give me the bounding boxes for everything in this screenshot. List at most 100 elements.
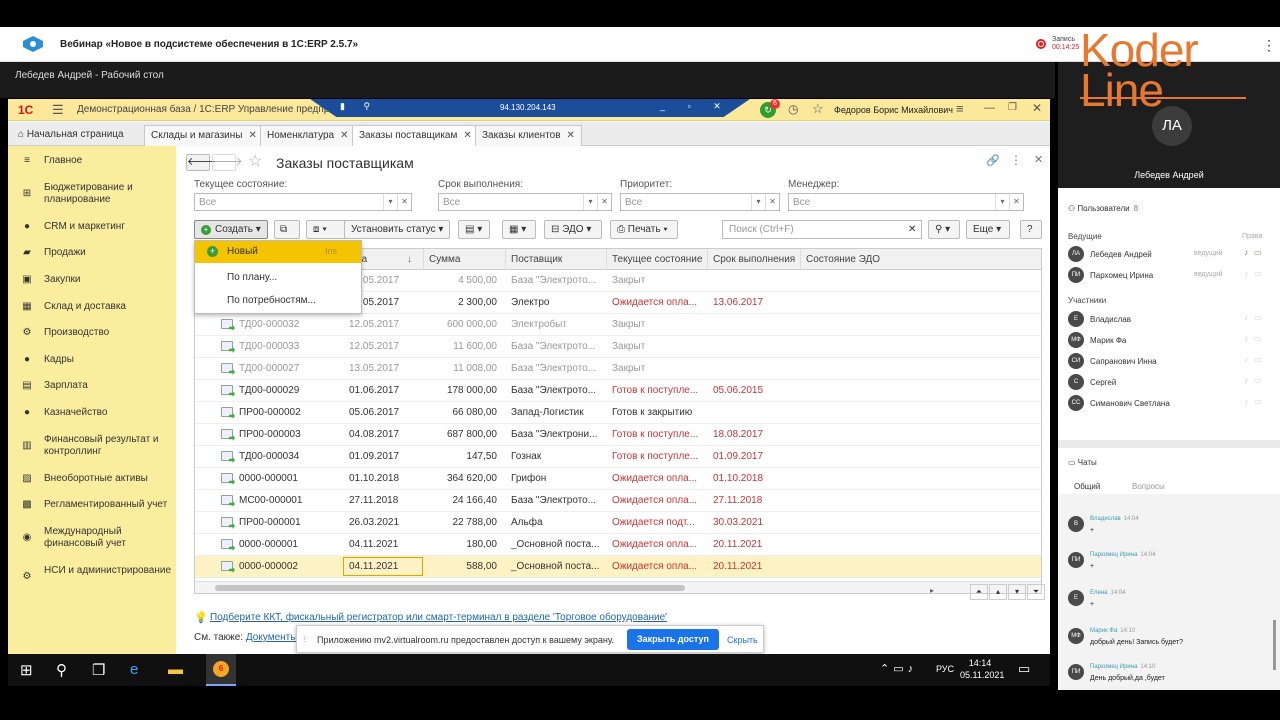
dropdown-icon[interactable]: ▾ xyxy=(995,194,1009,210)
set-status-button[interactable]: Установить статус ▾ xyxy=(344,220,450,239)
structure-button[interactable]: ⧈ ▾ xyxy=(306,220,348,239)
favorites-icon[interactable]: ☆ xyxy=(812,101,824,117)
table-row[interactable]: ПР00-000003 04.08.2017 687 800,00 База "Эле… xyxy=(195,424,1041,446)
more-button[interactable]: Еще ▾ xyxy=(966,220,1010,239)
task-view-icon[interactable]: ❐ xyxy=(92,661,105,679)
table-row[interactable]: ТД00-000034 01.09.2017 147,50 Гознак Готов к… xyxy=(195,446,1041,468)
clear-icon[interactable]: ✕ xyxy=(597,194,611,210)
column-state[interactable]: Текущее состояние xyxy=(612,254,702,265)
member-row[interactable]: С Сергей ♪▭ xyxy=(1068,374,1276,390)
filter-state-field[interactable]: Все ▾ ✕ xyxy=(194,193,412,211)
equipment-hint-link[interactable]: Подберите ККТ, фискальный регистратор ил… xyxy=(210,612,667,623)
link-icon[interactable]: 🔗 xyxy=(986,154,1000,167)
tab-questions[interactable]: Вопросы xyxy=(1132,482,1165,491)
participants-header[interactable]: ⚇ Пользователи 8 xyxy=(1068,204,1138,213)
edge-browser-icon[interactable]: e xyxy=(130,661,138,678)
scroll-top-icon[interactable]: ⏶ xyxy=(970,584,988,600)
close-icon[interactable]: ✕ xyxy=(463,130,471,141)
erp-taskbar-button[interactable]: 6 xyxy=(206,654,236,686)
column-edo[interactable]: Состояние ЭДО xyxy=(806,254,880,265)
filter-due-field[interactable]: Все ▾ ✕ xyxy=(438,193,612,211)
more-icon[interactable]: ⋮ xyxy=(1010,153,1022,167)
mic-camera-icons[interactable]: ♪▭ xyxy=(1244,269,1268,278)
table-row[interactable]: ПР00-000002 05.06.2017 66 080,00 Запад-Логи… xyxy=(195,402,1041,424)
drag-handle-icon[interactable]: ⁞ xyxy=(303,634,306,644)
forward-button[interactable]: 🡒 xyxy=(212,154,243,171)
menu-item-by-needs[interactable]: По потребностям... xyxy=(227,295,316,306)
mic-camera-icons[interactable]: ♪▭ xyxy=(1244,248,1268,257)
stop-sharing-button[interactable]: Закрыть доступ xyxy=(627,629,719,650)
tab-warehouses[interactable]: Склады и магазины ✕ xyxy=(144,125,264,146)
member-row[interactable]: Е Владислав ♪▭ xyxy=(1068,311,1276,327)
hide-button[interactable]: Скрыть xyxy=(727,635,758,645)
copy-button[interactable]: ⧉ xyxy=(274,220,300,239)
table-row[interactable]: ТД00-000027 13.05.2017 11 008,00 База "Элек… xyxy=(195,358,1041,380)
column-due[interactable]: Срок выполнения xyxy=(713,254,795,265)
member-row[interactable]: МФ Марик Фа ♪▭ xyxy=(1068,332,1276,348)
search-input[interactable]: Поиск (Ctrl+F) xyxy=(722,220,922,239)
tab-supplier-orders[interactable]: Заказы поставщикам ✕ xyxy=(352,125,479,146)
mic-camera-icons[interactable]: ♪▭ xyxy=(1244,334,1268,343)
close-window-icon[interactable]: ✕ xyxy=(1032,101,1042,115)
scroll-up-icon[interactable]: ▴ xyxy=(989,584,1007,600)
print-button[interactable]: ⎙ Печать ▾ xyxy=(610,220,678,239)
clear-icon[interactable]: ✕ xyxy=(1009,194,1023,210)
member-row[interactable]: СС Симанович Светлана ♪▭ xyxy=(1068,395,1276,411)
dropdown-icon[interactable]: ▾ xyxy=(583,194,597,210)
tab-client-orders[interactable]: Заказы клиентов ✕ xyxy=(475,125,582,146)
sort-desc-icon[interactable]: ↓ xyxy=(407,254,412,265)
mic-camera-icons[interactable]: ♪▭ xyxy=(1244,397,1268,406)
scroll-bottom-icon[interactable]: ⏷ xyxy=(1027,584,1045,600)
mic-camera-icons[interactable]: ♪▭ xyxy=(1244,355,1268,364)
table-row[interactable]: ТД00-000033 12.05.2017 11 600,00 База "Элек… xyxy=(195,336,1041,358)
minimize-icon[interactable]: — xyxy=(984,102,995,114)
input-language[interactable]: РУС xyxy=(936,664,954,674)
action-center-icon[interactable]: ▭ xyxy=(1018,661,1030,677)
horizontal-scrollbar[interactable] xyxy=(195,581,1041,593)
filter-manager-field[interactable]: Все ▾ ✕ xyxy=(788,193,1024,211)
windows-start-icon[interactable]: ⊞ xyxy=(20,661,33,679)
dropdown-icon[interactable]: ▾ xyxy=(383,194,397,210)
report-button[interactable]: ▤ ▾ xyxy=(458,220,490,239)
documents-button[interactable]: ▦ ▾ xyxy=(502,220,536,239)
table-row[interactable]: 0000-000001 04.11.2021 180,00 _Основной пос… xyxy=(195,534,1041,556)
rdp-window-controls[interactable]: _ ▫ ✕ xyxy=(660,101,731,112)
table-row[interactable]: 0000-000002 04.11.2021 588,00 _Основной пос… xyxy=(195,556,1041,578)
favorite-star-icon[interactable]: ☆ xyxy=(248,151,262,171)
file-explorer-icon[interactable]: ▬ xyxy=(168,661,183,678)
tab-home[interactable]: ⌂ Начальная страница xyxy=(12,125,130,146)
dropdown-icon[interactable]: ▾ xyxy=(751,194,765,210)
back-button[interactable]: 🡐 xyxy=(186,154,217,171)
close-form-icon[interactable]: ✕ xyxy=(1034,153,1043,166)
table-row[interactable]: ПР00-000001 26.03.2021 22 788,00 Альфа Ожида… xyxy=(195,512,1041,534)
chat-scrollbar[interactable] xyxy=(1273,620,1276,670)
edo-button[interactable]: ⊟ ЭДО ▾ xyxy=(544,220,602,239)
settings-menu-icon[interactable]: ≡ xyxy=(956,101,964,116)
menu-item-by-plan[interactable]: По плану... xyxy=(227,272,277,283)
table-row[interactable]: МС00-000001 27.11.2018 24 166,40 База "Элек… xyxy=(195,490,1041,512)
close-icon[interactable]: ✕ xyxy=(340,130,348,141)
column-sum[interactable]: Сумма xyxy=(429,254,460,265)
member-row[interactable]: СИ Сапранович Инна ♪▭ xyxy=(1068,353,1276,369)
table-row[interactable]: 0000-000001 01.10.2018 364 620,00 Грифон Ожи… xyxy=(195,468,1041,490)
panel-divider[interactable] xyxy=(1058,440,1280,448)
system-tray-icons[interactable]: ⌃▭♪ xyxy=(880,662,917,675)
help-button[interactable]: ? xyxy=(1020,220,1042,239)
table-row[interactable]: ТД00-000032 12.05.2017 600 000,00 Электробы… xyxy=(195,314,1041,336)
clear-search-icon[interactable]: ✕ xyxy=(906,221,922,240)
create-button[interactable]: + Создать ▾ xyxy=(194,220,268,239)
recording-indicator[interactable]: Запись 00:14:25 xyxy=(1036,36,1079,52)
rdp-connection-bar[interactable]: ▮ ⚲ 94.130.204.143 _ ▫ ✕ xyxy=(310,99,750,117)
maximize-icon[interactable]: ❐ xyxy=(1008,102,1017,113)
scroll-right-icon[interactable]: ▸ xyxy=(930,586,934,595)
clear-icon[interactable]: ✕ xyxy=(765,194,779,210)
scroll-down-icon[interactable]: ▾ xyxy=(1008,584,1026,600)
filter-priority-field[interactable]: Все ▾ ✕ xyxy=(620,193,780,211)
main-menu-icon[interactable]: ☰ xyxy=(52,102,64,118)
host-row[interactable]: ЛА Лебедев Андрей ведущий ♪▭ xyxy=(1068,246,1276,262)
column-supplier[interactable]: Поставщик xyxy=(511,254,562,265)
search-icon[interactable]: ⚲ xyxy=(56,661,67,679)
table-row[interactable]: ТД00-000029 01.06.2017 178 000,00 База "Эле… xyxy=(195,380,1041,402)
mic-camera-icons[interactable]: ♪▭ xyxy=(1244,313,1268,322)
clear-icon[interactable]: ✕ xyxy=(397,194,411,210)
